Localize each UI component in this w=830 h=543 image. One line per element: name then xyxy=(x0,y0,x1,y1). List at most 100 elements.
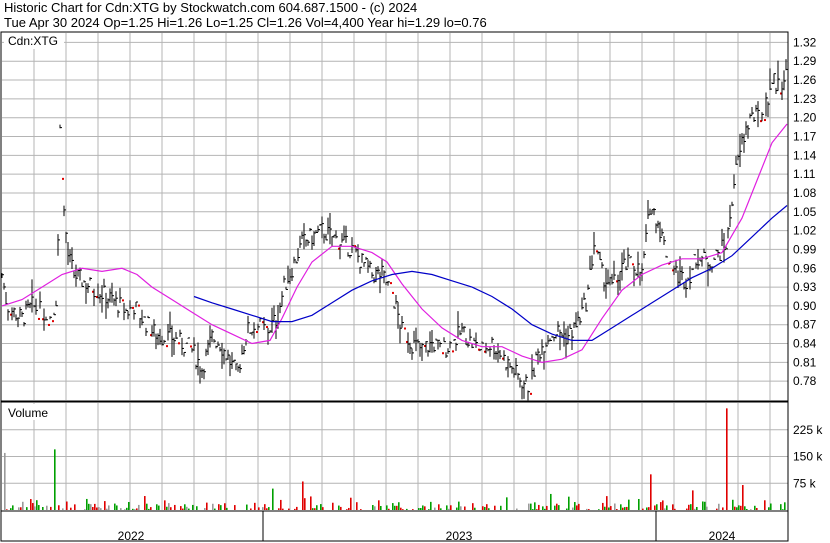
vol-tick-label: 225 k xyxy=(793,423,823,437)
y-tick-label: 1.32 xyxy=(793,35,817,49)
y-tick-label: 0.84 xyxy=(793,337,817,351)
volume-bar xyxy=(280,499,282,510)
y-tick-label: 0.90 xyxy=(793,299,817,313)
volume-bar xyxy=(686,508,688,510)
volume-bar xyxy=(12,505,14,510)
price-dot xyxy=(138,304,140,307)
volume-bar xyxy=(18,507,20,510)
volume-bar xyxy=(22,501,24,510)
volume-bar xyxy=(360,509,362,510)
y-tick-label: 1.17 xyxy=(793,130,817,144)
volume-bar xyxy=(36,500,38,510)
volume-bar xyxy=(288,508,290,510)
volume-bar xyxy=(296,506,298,510)
volume-bar xyxy=(696,506,698,510)
y-tick-label: 0.87 xyxy=(793,318,817,332)
volume-bar xyxy=(86,498,88,510)
volume-bar xyxy=(132,508,134,510)
volume-bar xyxy=(124,509,126,510)
y-tick-label: 1.11 xyxy=(793,167,816,181)
y-tick-label: 1.23 xyxy=(793,92,817,106)
volume-bar xyxy=(104,501,106,510)
volume-bar xyxy=(378,500,380,510)
volume-bar xyxy=(660,502,662,510)
volume-bar xyxy=(184,504,186,510)
volume-bar xyxy=(428,509,430,510)
volume-bar xyxy=(484,506,486,510)
volume-bar xyxy=(782,509,784,510)
volume-bar xyxy=(756,508,758,510)
volume-bar xyxy=(158,505,160,510)
volume-bar xyxy=(136,508,138,510)
volume-bar xyxy=(662,500,664,510)
price-dot xyxy=(122,299,124,302)
volume-bar xyxy=(66,501,68,510)
volume-bar xyxy=(648,507,650,510)
volume-bar xyxy=(430,501,432,510)
volume-bar xyxy=(180,506,182,510)
volume-bar xyxy=(736,507,738,510)
volume-bar xyxy=(250,508,252,510)
volume-bar xyxy=(10,508,12,510)
volume-bar xyxy=(400,507,402,510)
volume-bar xyxy=(744,506,746,510)
volume-bar xyxy=(214,508,216,510)
volume-bar xyxy=(34,506,36,510)
volume-bar xyxy=(474,507,476,510)
volume-bar xyxy=(272,488,274,510)
price-dot xyxy=(404,327,406,330)
volume-bar xyxy=(558,505,560,510)
y-tick-label: 1.26 xyxy=(793,73,817,87)
x-label-2024: 2024 xyxy=(709,529,736,543)
volume-bar xyxy=(170,507,172,510)
volume-bar xyxy=(450,505,452,510)
volume-bar xyxy=(438,504,440,510)
volume-bar xyxy=(460,506,462,510)
volume-bar xyxy=(302,481,304,510)
volume-bar xyxy=(398,502,400,510)
volume-bar xyxy=(224,503,226,510)
volume-bar xyxy=(396,505,398,510)
volume-bar xyxy=(666,505,668,510)
volume-bar xyxy=(446,505,448,510)
volume-bar xyxy=(434,507,436,510)
volume-bar xyxy=(148,508,150,510)
volume-bar xyxy=(212,503,214,510)
volume-bar xyxy=(38,505,40,510)
volume-bar xyxy=(690,504,692,510)
volume-bar xyxy=(114,503,116,510)
volume-bar xyxy=(646,507,648,510)
volume-bar xyxy=(128,501,130,510)
volume-bar xyxy=(406,508,408,510)
volume-bar xyxy=(402,509,404,510)
y-tick-label: 0.93 xyxy=(793,280,817,294)
volume-bar xyxy=(656,504,658,510)
volume-bar xyxy=(150,507,152,510)
volume-bar xyxy=(566,508,568,510)
volume-bar xyxy=(576,505,578,510)
volume-bar xyxy=(42,507,44,510)
volume-bars xyxy=(4,408,786,510)
volume-bar xyxy=(614,503,616,510)
price-dot xyxy=(266,326,268,329)
volume-bar xyxy=(332,502,334,510)
volume-bar xyxy=(20,507,22,510)
volume-bar xyxy=(146,503,148,510)
volume-bar xyxy=(54,449,56,510)
volume-bar xyxy=(602,502,604,510)
volume-bar xyxy=(456,507,458,510)
price-dot xyxy=(764,119,766,122)
volume-bar xyxy=(92,506,94,510)
volume-bar xyxy=(32,503,34,510)
volume-bar xyxy=(196,506,198,510)
y-tick-label: 1.14 xyxy=(793,148,817,162)
volume-bar xyxy=(134,509,136,510)
volume-bar xyxy=(722,507,724,510)
volume-bar xyxy=(264,504,266,510)
volume-bar xyxy=(174,504,176,510)
volume-bar xyxy=(58,505,60,510)
volume-bar xyxy=(350,497,352,510)
price-dot xyxy=(256,331,258,334)
volume-bar xyxy=(704,501,706,510)
volume-bar xyxy=(266,508,268,510)
